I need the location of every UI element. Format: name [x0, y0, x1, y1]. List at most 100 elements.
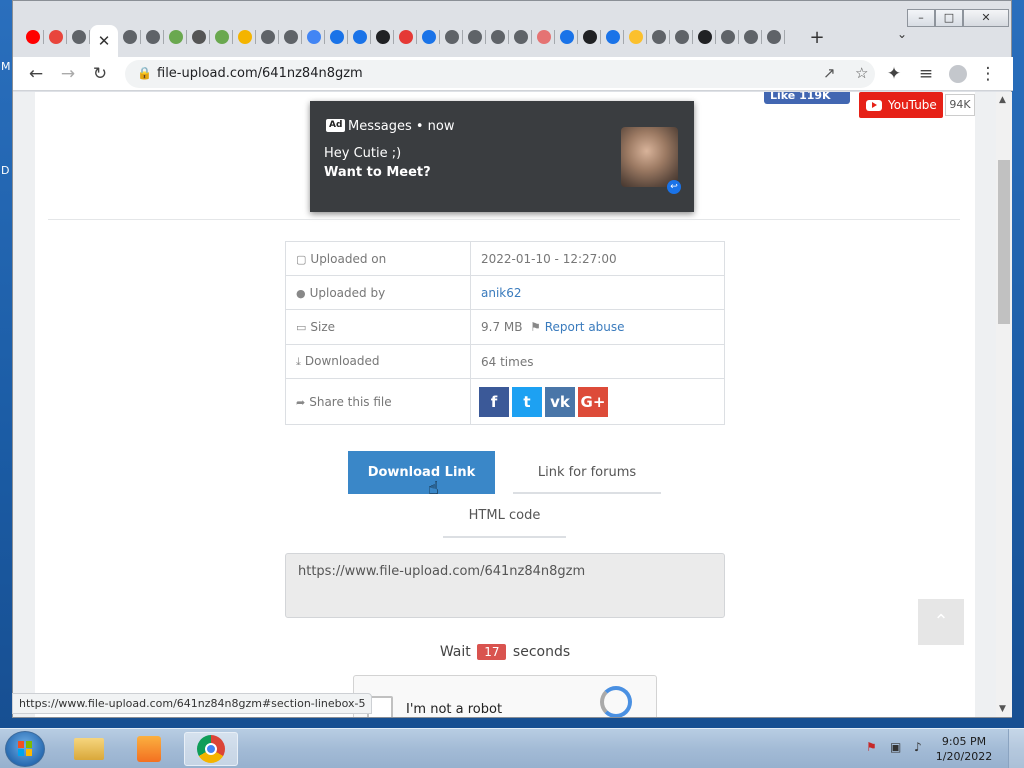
facebook-like-button[interactable]: Like 119K [764, 92, 850, 104]
taskbar-chrome-button[interactable] [184, 732, 238, 766]
new-tab-button[interactable]: + [805, 27, 829, 48]
reply-icon[interactable]: ↩ [667, 180, 681, 194]
ad-notification-popup[interactable]: Ad Messages • now Hey Cutie ;) Want to M… [310, 101, 694, 212]
tab-search-chevron-icon[interactable]: ⌄ [897, 27, 907, 41]
download-link-textarea[interactable]: https://www.file-upload.com/641nz84n8gzm [285, 553, 725, 618]
taskbar-explorer-button[interactable] [62, 732, 116, 766]
downloaded-label: Downloaded [304, 354, 380, 368]
maximize-button[interactable]: □ [935, 9, 963, 27]
browser-tab[interactable] [509, 25, 532, 49]
table-label-cell: ▭ Size [285, 309, 471, 345]
lock-icon[interactable]: 🔒 [137, 66, 152, 80]
start-button[interactable] [5, 731, 45, 767]
browser-tab[interactable] [118, 25, 141, 49]
browser-tab[interactable] [371, 25, 394, 49]
compass-icon [48, 30, 63, 44]
browser-tab[interactable] [762, 25, 785, 49]
minimize-button[interactable]: – [907, 9, 935, 27]
address-url[interactable]: file-upload.com/641nz84n8gzm [157, 66, 363, 81]
globe-icon [490, 30, 505, 44]
back-button[interactable]: ← [25, 63, 47, 85]
browser-tab[interactable] [141, 25, 164, 49]
browser-tab[interactable] [164, 25, 187, 49]
browser-tab[interactable] [279, 25, 302, 49]
vk-share-icon[interactable]: vk [545, 386, 575, 417]
scrollbar-thumb[interactable] [998, 160, 1010, 324]
bookmark-star-icon[interactable]: ☆ [855, 64, 868, 82]
table-label-cell: ● Uploaded by [285, 275, 471, 310]
google-plus-share-icon[interactable]: G+ [578, 386, 608, 417]
browser-tab[interactable] [486, 25, 509, 49]
action-center-flag-icon[interactable]: ⚑ [866, 740, 877, 754]
close-window-button[interactable]: ✕ [963, 9, 1009, 27]
uploader-link[interactable]: anik62 [481, 286, 522, 300]
profile-avatar-icon[interactable] [947, 63, 969, 85]
browser-tab[interactable] [67, 25, 90, 49]
browser-tab[interactable] [601, 25, 624, 49]
browser-tab[interactable] [417, 25, 440, 49]
browser-tab[interactable] [463, 25, 486, 49]
browser-tab[interactable] [739, 25, 762, 49]
taskbar: ⚑ ▣ ♪ 9:05 PM 1/20/2022 [0, 728, 1024, 768]
link-for-forums-tab[interactable]: Link for forums [513, 451, 661, 494]
file-info-table: ▢ Uploaded on 2022-01-10 - 12:27:00 ● Uplo… [285, 241, 725, 425]
table-row: ⤓ Downloaded 64 times [285, 344, 725, 379]
browser-tab[interactable] [325, 25, 348, 49]
reload-button[interactable]: ↻ [89, 63, 111, 85]
twitter-share-icon[interactable]: t [512, 386, 542, 417]
browser-tab[interactable] [647, 25, 670, 49]
browser-tab[interactable] [555, 25, 578, 49]
browser-tab[interactable] [693, 25, 716, 49]
browser-tab[interactable] [187, 25, 210, 49]
menu-kebab-icon[interactable]: ⋮ [977, 63, 999, 85]
browser-tab[interactable] [440, 25, 463, 49]
forward-button[interactable]: → [57, 63, 79, 85]
share-page-icon[interactable]: ↗ [823, 64, 836, 82]
browser-tab[interactable] [44, 25, 67, 49]
browser-tab[interactable] [532, 25, 555, 49]
browser-tab[interactable] [394, 25, 417, 49]
system-clock[interactable]: 9:05 PM 1/20/2022 [934, 734, 994, 764]
ad-thumbnail-image[interactable] [621, 127, 678, 187]
browser-tab[interactable] [716, 25, 739, 49]
media-queue-icon[interactable]: ≡ [915, 63, 937, 85]
youtube-subscribe-button[interactable]: YouTube [859, 92, 943, 118]
chrome-icon [197, 735, 225, 763]
browser-tab[interactable] [624, 25, 647, 49]
scroll-up-arrow-icon[interactable]: ▲ [999, 95, 1006, 105]
download-link-tab[interactable]: Download Link [348, 451, 495, 494]
square-icon [536, 30, 551, 44]
scrollbar[interactable]: ▲ ▼ [996, 92, 1012, 717]
back-to-top-button[interactable]: ⌃ [918, 599, 964, 645]
globe-icon [444, 30, 459, 44]
html-code-tab[interactable]: HTML code [443, 496, 566, 538]
close-tab-icon[interactable]: ✕ [98, 32, 111, 50]
browser-tab[interactable] [21, 25, 44, 49]
page-icon [237, 30, 252, 44]
globe-icon [720, 30, 735, 44]
scroll-down-arrow-icon[interactable]: ▼ [999, 704, 1006, 714]
share-label: Share this file [309, 394, 392, 409]
facebook-share-icon[interactable]: f [479, 386, 509, 417]
leaf-icon [168, 30, 183, 44]
network-icon[interactable]: ▣ [890, 740, 901, 754]
s-icon [559, 30, 574, 44]
browser-tab[interactable]: ✕ [90, 25, 118, 57]
browser-tab[interactable] [578, 25, 601, 49]
taskbar-media-player-button[interactable] [122, 732, 176, 766]
pulse-icon [697, 30, 712, 44]
browser-tab[interactable] [256, 25, 279, 49]
browser-tab[interactable] [302, 25, 325, 49]
browser-tab[interactable] [233, 25, 256, 49]
address-bar[interactable]: 🔒 file-upload.com/641nz84n8gzm ↗ ☆ [125, 60, 875, 88]
leaf-icon [214, 30, 229, 44]
browser-tab[interactable] [210, 25, 233, 49]
recaptcha-widget: I'm not a robot [353, 675, 657, 717]
extensions-icon[interactable]: ✦ [883, 63, 905, 85]
volume-icon[interactable]: ♪ [914, 740, 922, 754]
browser-tab[interactable] [348, 25, 371, 49]
browser-tab[interactable] [670, 25, 693, 49]
report-abuse-link[interactable]: Report abuse [545, 320, 625, 334]
recaptcha-label: I'm not a robot [406, 702, 503, 717]
show-desktop-button[interactable] [1008, 729, 1024, 768]
